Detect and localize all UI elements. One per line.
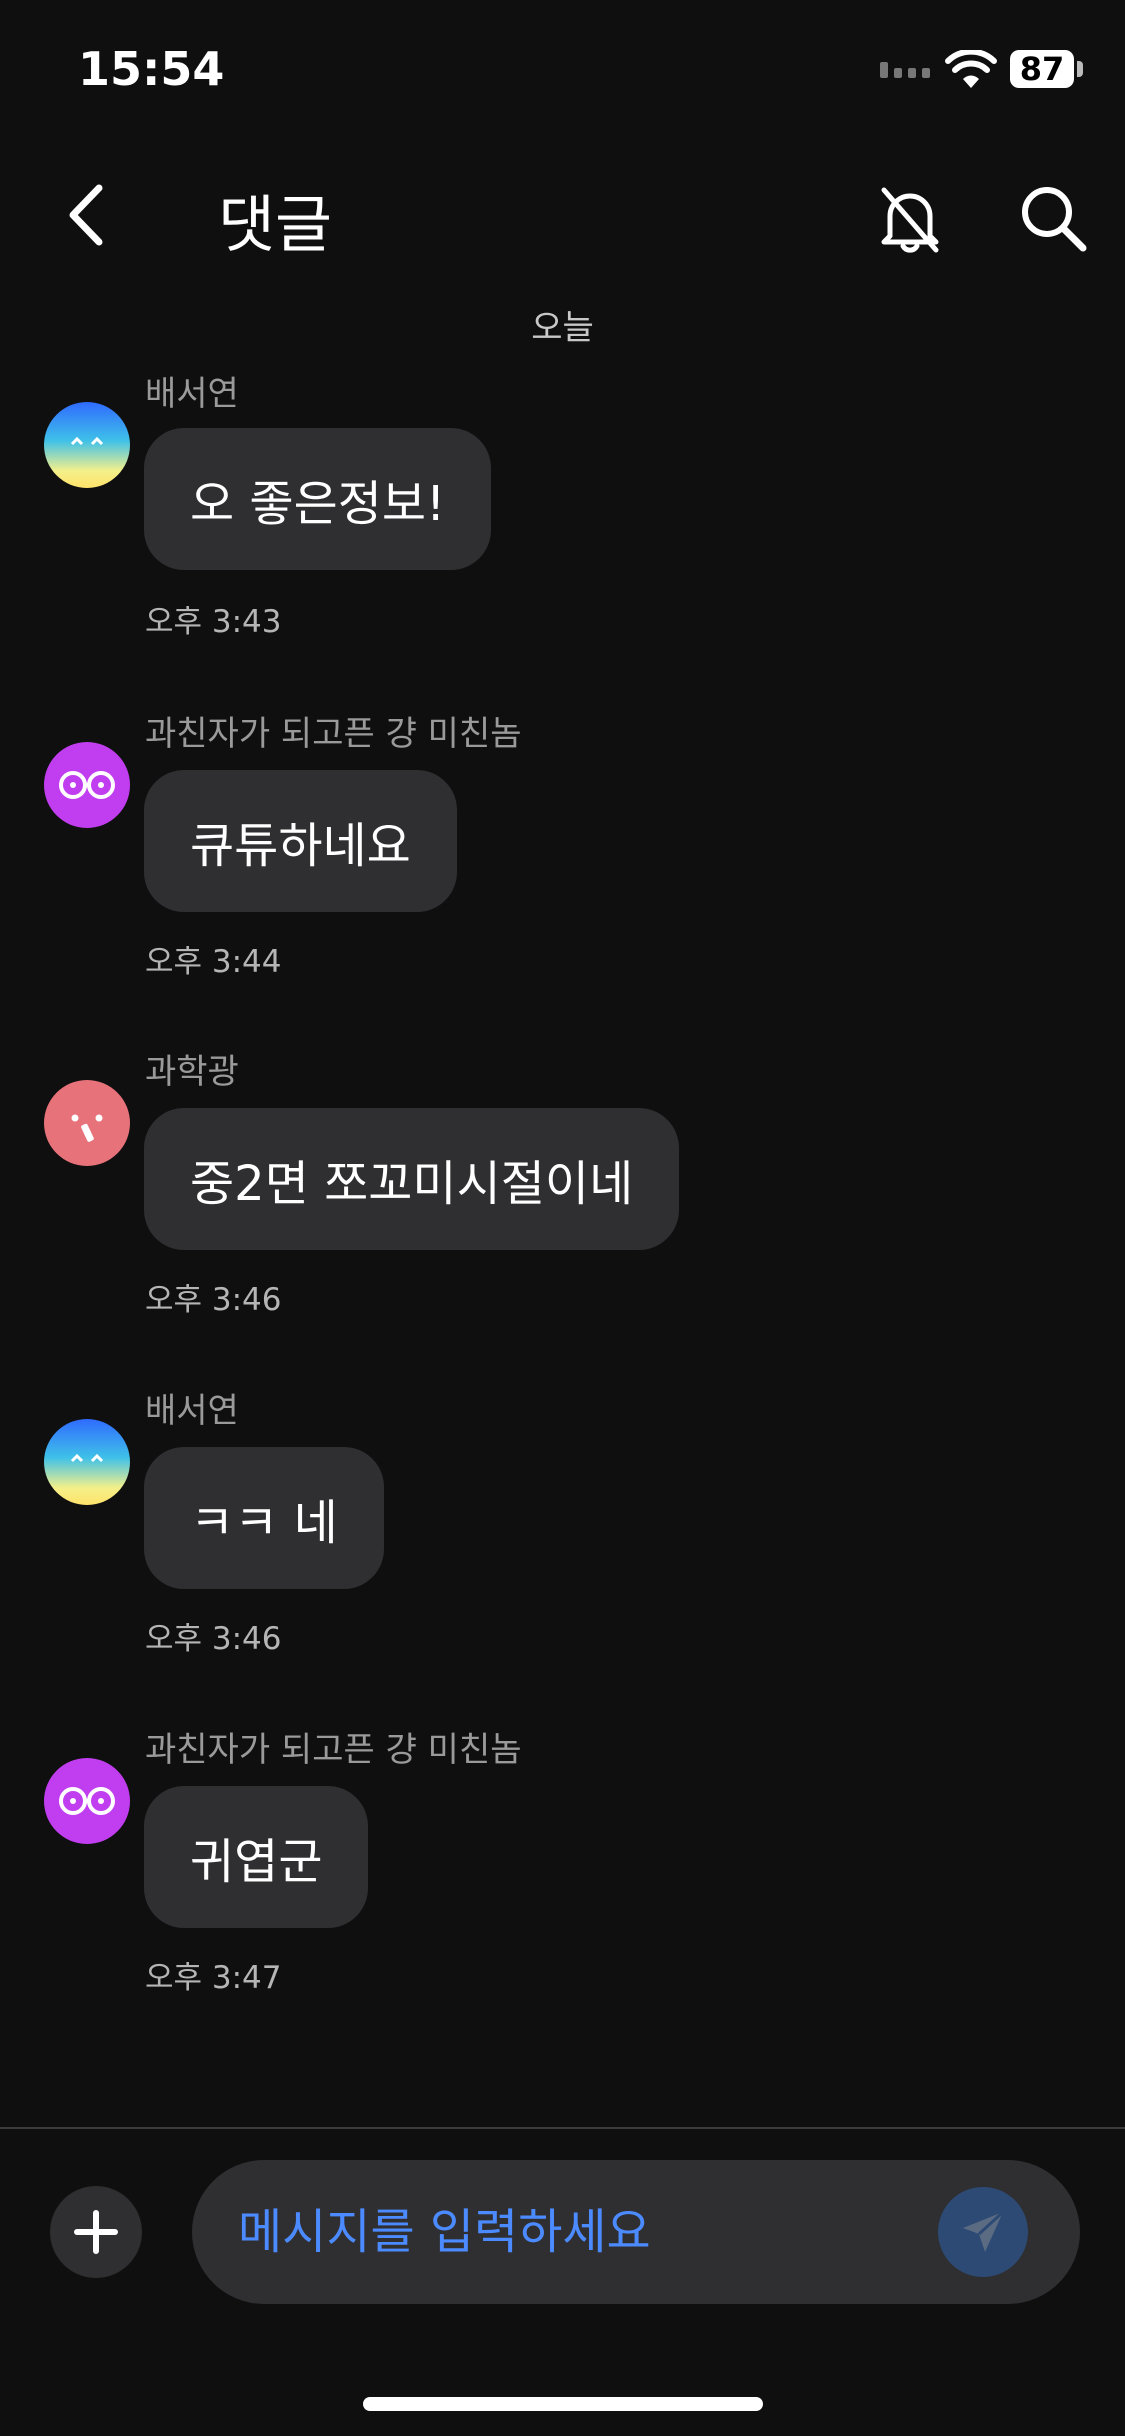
timestamp: 오후 3:47 [145,1960,282,1996]
pink-face-icon [71,1114,103,1142]
back-chevron-icon [69,184,103,246]
battery-icon: 87 [1010,50,1074,88]
timestamp: 오후 3:46 [145,1621,282,1657]
message-composer [192,2160,1080,2304]
comment-bubble[interactable]: 큐튜하네요 [144,770,457,912]
comment-bubble[interactable]: 오 좋은정보! [144,428,492,570]
status-bar: 15:54 87 [0,0,1125,140]
home-indicator [363,2397,763,2411]
notifications-toggle-button[interactable] [872,180,948,256]
timestamp: 오후 3:46 [145,1282,282,1318]
smile-face-icon [70,1453,104,1463]
bell-off-icon [881,187,939,253]
plus-icon [74,2210,118,2254]
send-icon [963,2210,1005,2252]
glasses-face-icon [59,1787,115,1815]
back-button[interactable] [50,180,120,250]
page-title: 댓글 [218,188,333,261]
comment-bubble[interactable]: ㅋㅋ 네 [144,1447,384,1589]
sender-name: 과친자가 되고픈 걍 미친놈 [145,1730,522,1770]
status-time: 15:54 [78,42,225,96]
sender-name: 배서연 [145,1391,239,1431]
message-input[interactable] [236,2200,920,2264]
timestamp: 오후 3:44 [145,944,282,980]
date-separator: 오늘 [531,308,594,348]
search-icon [1022,187,1087,252]
battery-tip [1077,61,1083,77]
search-button[interactable] [1015,180,1091,256]
divider [0,2127,1125,2129]
avatar[interactable] [44,1419,130,1505]
sender-name: 과친자가 되고픈 걍 미친놈 [145,714,522,754]
battery-level: 87 [1019,50,1065,88]
sender-name: 배서연 [145,374,239,414]
wifi-icon [945,50,997,88]
glasses-face-icon [59,771,115,799]
cellular-signal-icon [880,62,930,78]
avatar[interactable] [44,1080,130,1166]
avatar[interactable] [44,402,130,488]
comment-bubble[interactable]: 중2면 쪼꼬미시절이네 [144,1108,680,1250]
avatar[interactable] [44,1758,130,1844]
timestamp: 오후 3:43 [145,604,282,640]
add-attachment-button[interactable] [50,2186,142,2278]
comment-bubble[interactable]: 귀엽군 [144,1786,369,1928]
avatar[interactable] [44,742,130,828]
smile-face-icon [70,436,104,446]
sender-name: 과학광 [145,1052,239,1092]
header: 댓글 [0,150,1125,280]
send-button[interactable] [938,2187,1028,2277]
